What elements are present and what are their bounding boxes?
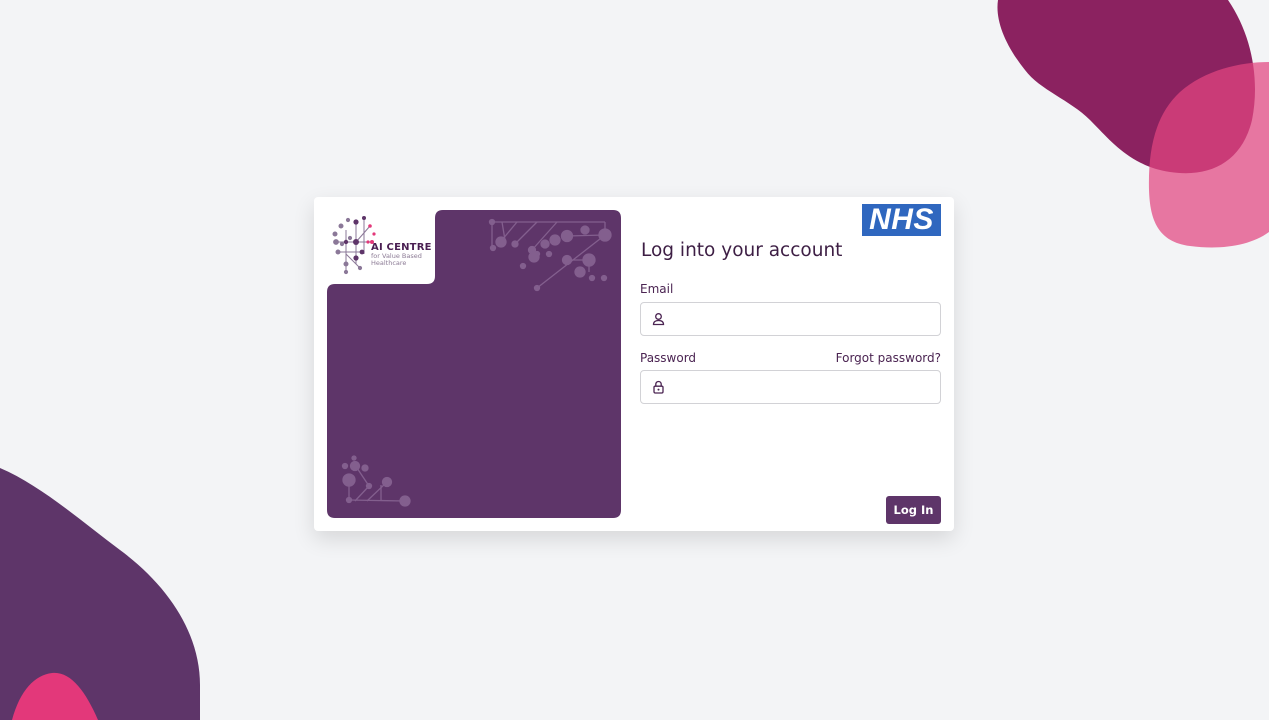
ai-centre-logo: AI CENTRE for Value Based Healthcare <box>327 210 435 284</box>
password-input[interactable] <box>673 371 937 405</box>
ai-centre-logo-mark <box>332 216 376 275</box>
password-field-container <box>640 370 941 405</box>
email-field-container <box>640 302 941 337</box>
logo-tagline: for Value Based Healthcare <box>371 252 422 267</box>
nhs-logo: NHS <box>862 204 941 236</box>
email-label: Email <box>640 282 674 296</box>
password-label: Password <box>640 351 697 365</box>
login-card: AI CENTRE for Value Based Healthcare NHS… <box>314 197 954 531</box>
login-button[interactable]: Log In <box>886 496 941 524</box>
forgot-password-link[interactable]: Forgot password? <box>836 351 941 365</box>
top-right-blob-decoration <box>997 0 1269 248</box>
brand-panel: AI CENTRE for Value Based Healthcare <box>327 210 621 518</box>
user-icon <box>652 313 665 326</box>
bottom-left-blob-decoration <box>0 468 200 720</box>
lock-icon <box>653 380 664 394</box>
email-input[interactable] <box>673 303 937 337</box>
page-title: Log into your account <box>641 240 843 261</box>
